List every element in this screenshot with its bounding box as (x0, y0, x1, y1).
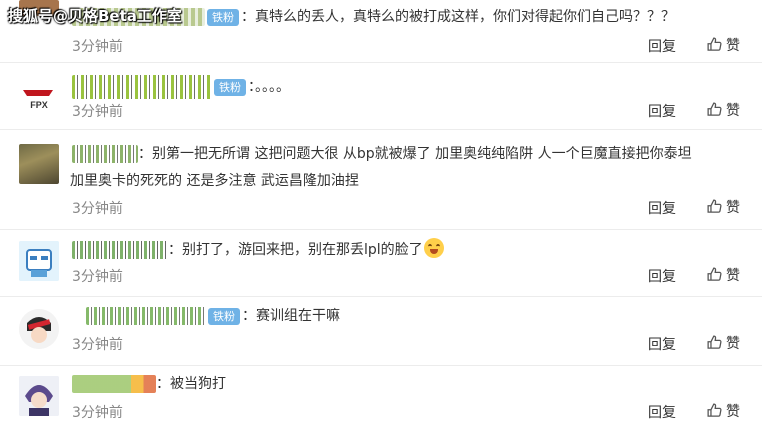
comment-time: 3分钟前 (72, 337, 123, 353)
fan-badge: 铁粉 (208, 307, 240, 325)
thumbs-up-icon (707, 199, 722, 213)
comment-item-4: ：别打了，游回来把，别在那丢lpl的脸了 3分钟前 回复 赞 (0, 230, 762, 297)
avatar[interactable]: FPX (19, 76, 59, 116)
thumbs-up-icon (707, 267, 722, 281)
comment-line: 铁粉：。。。。 (72, 75, 290, 99)
thumbs-up-icon (707, 335, 722, 349)
reply-button[interactable]: 回复 (648, 101, 676, 121)
comment-line-2: 加里奥卡的死死的 还是多注意 武运昌隆加油捏 (70, 173, 359, 189)
comment-text: ：赛训组在干嘛 (242, 308, 340, 324)
sohu-watermark: 搜狐号@贝格Beta工作室 (8, 7, 182, 25)
reply-button[interactable]: 回复 (648, 334, 676, 354)
reply-button[interactable]: 回复 (648, 198, 676, 218)
thumbs-up-icon (707, 403, 722, 417)
username-blurred[interactable] (86, 307, 206, 325)
username-blurred[interactable] (72, 145, 138, 163)
comment-line: 铁粉 ：赛训组在干嘛 (72, 305, 340, 327)
anime-avatar-icon (19, 309, 59, 349)
reply-button[interactable]: 回复 (648, 266, 676, 286)
thumbs-up-icon (707, 37, 722, 51)
comment-text: ：真特么的丢人，真特么的被打成这样，你们对得起你们自己吗？？？ (241, 9, 675, 25)
svg-text:FPX: FPX (30, 100, 48, 110)
grin-emoji-icon (423, 238, 444, 258)
comment-line: ：别第一把无所谓 这把问题大很 从bp就被爆了 加里奥纯纯陷阱 人一个巨魔直接把… (72, 143, 692, 165)
comment-time: 3分钟前 (72, 104, 123, 120)
comment-time: 3分钟前 (72, 405, 123, 421)
comment-time: 3分钟前 (72, 269, 123, 285)
avatar[interactable] (19, 241, 59, 281)
avatar[interactable] (19, 144, 59, 184)
like-button[interactable]: 赞 (706, 197, 740, 217)
comment-text: ：。。。。 (248, 79, 290, 95)
username-blurred[interactable] (72, 241, 168, 259)
fan-badge: 铁粉 (214, 78, 246, 96)
anime-avatar-icon (19, 376, 59, 416)
fpx-logo-icon: FPX (19, 76, 59, 116)
like-button[interactable]: 赞 (706, 35, 740, 55)
avatar[interactable] (19, 309, 59, 349)
comment-item-6: ：被当狗打 3分钟前 回复 赞 (0, 366, 762, 432)
like-button[interactable]: 赞 (706, 265, 740, 285)
comment-item-2: FPX 铁粉：。。。。 3分钟前 回复 赞 (0, 63, 762, 130)
fan-badge: 铁粉 (207, 8, 239, 26)
like-button[interactable]: 赞 (706, 333, 740, 353)
comment-item-3: ：别第一把无所谓 这把问题大很 从bp就被爆了 加里奥纯纯陷阱 人一个巨魔直接把… (0, 130, 762, 230)
avatar[interactable] (19, 376, 59, 416)
comment-line: ：别打了，游回来把，别在那丢lpl的脸了 (72, 238, 444, 261)
comment-text: ：别打了，游回来把，别在那丢lpl的脸了 (168, 242, 423, 258)
comment-item-5: 铁粉 ：赛训组在干嘛 3分钟前 回复 赞 (0, 297, 762, 366)
like-button[interactable]: 赞 (706, 401, 740, 421)
comment-text: ：别第一把无所谓 这把问题大很 从bp就被爆了 加里奥纯纯陷阱 人一个巨魔直接把… (138, 146, 692, 162)
comment-time: 3分钟前 (72, 39, 123, 55)
thumbs-up-icon (707, 102, 722, 116)
username-blurred[interactable] (72, 75, 212, 99)
comment-time: 3分钟前 (72, 201, 123, 217)
comment-text: ：被当狗打 (156, 376, 226, 392)
comment-line: ：被当狗打 (72, 373, 226, 395)
cartoon-avatar-icon (19, 241, 59, 281)
like-button[interactable]: 赞 (706, 100, 740, 120)
reply-button[interactable]: 回复 (648, 36, 676, 56)
username-blurred[interactable] (72, 375, 156, 393)
reply-button[interactable]: 回复 (648, 402, 676, 422)
